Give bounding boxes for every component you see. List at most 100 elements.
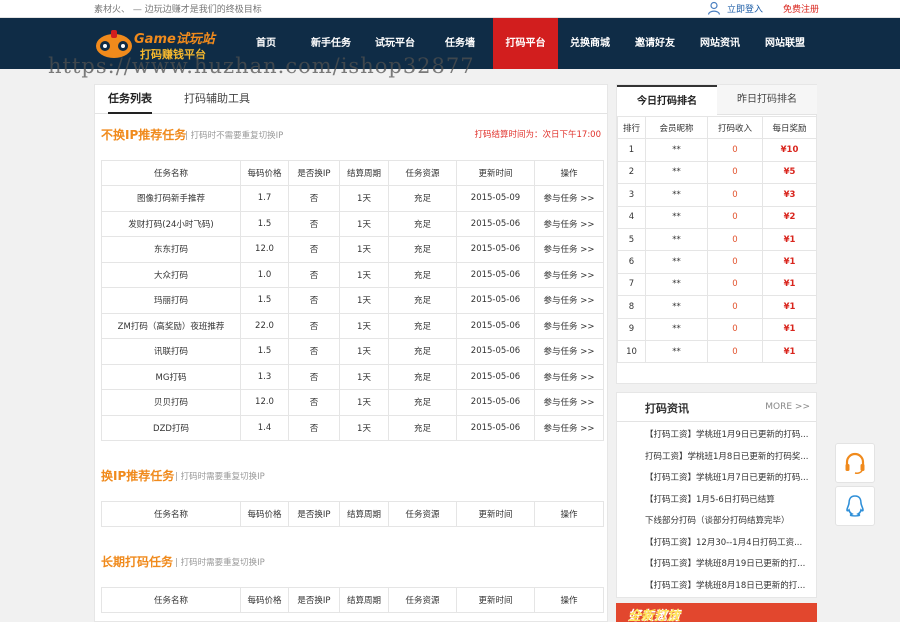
task-resource-cell: 充足 xyxy=(388,312,457,339)
site-logo[interactable]: Game试玩站 打码赚钱平台 xyxy=(94,26,219,64)
task-cycle-cell: 1天 xyxy=(339,363,389,390)
login-link[interactable]: 立即登入 xyxy=(707,1,763,15)
user-icon xyxy=(707,1,721,15)
task-ip-cell: 否 xyxy=(288,363,340,390)
nav-item-newbie[interactable]: 新手任务 xyxy=(303,18,359,69)
rank-reward-cell: ¥3 xyxy=(762,183,817,207)
headset-icon xyxy=(845,452,865,474)
tab-yesterday-rank[interactable]: 昨日打码排名 xyxy=(717,85,817,115)
col-header-date: 更新时间 xyxy=(456,587,535,613)
nav-item-captcha[interactable]: 打码平台 xyxy=(493,18,558,69)
rank-nick-cell: ** xyxy=(645,138,708,162)
task-date-cell: 2015-05-06 xyxy=(456,414,535,441)
rank-nick-cell: ** xyxy=(645,250,708,274)
nav-item-invite[interactable]: 邀请好友 xyxy=(627,18,683,69)
join-task-link[interactable]: 参与任务 >> xyxy=(534,185,604,212)
task-resource-cell: 充足 xyxy=(388,338,457,365)
task-ip-cell: 否 xyxy=(288,185,340,212)
rank-income-cell: 0 xyxy=(707,295,763,319)
join-task-link[interactable]: 参与任务 >> xyxy=(534,287,604,314)
task-name-cell: 大众打码 xyxy=(101,261,241,288)
join-task-link[interactable]: 参与任务 >> xyxy=(534,363,604,390)
join-task-link[interactable]: 参与任务 >> xyxy=(534,236,604,263)
table-header-row: 任务名称 每码价格 是否换IP 结算周期 任务资源 更新时间 操作 xyxy=(101,160,604,186)
task-date-cell: 2015-05-06 xyxy=(456,236,535,263)
gamepad-logo-icon xyxy=(96,30,132,58)
rank-number-cell: 4 xyxy=(617,205,646,229)
rank-row: 1 ** 0 ¥10 xyxy=(617,138,817,162)
task-cycle-cell: 1天 xyxy=(339,185,389,212)
tab-today-rank[interactable]: 今日打码排名 xyxy=(617,85,717,115)
rank-reward-cell: ¥1 xyxy=(762,272,817,297)
task-name-cell: 玛丽打码 xyxy=(101,287,241,314)
task-date-cell: 2015-05-09 xyxy=(456,185,535,212)
col-header-name: 任务名称 xyxy=(101,160,241,186)
qq-chat-button[interactable] xyxy=(835,486,875,526)
news-more-link[interactable]: MORE >> xyxy=(765,402,810,412)
join-task-link[interactable]: 参与任务 >> xyxy=(534,210,604,237)
register-link[interactable]: 免费注册 xyxy=(783,2,819,15)
col-header-date: 更新时间 xyxy=(456,160,535,186)
section-subtitle-no-ip: | 打码时不需要重复切换IP xyxy=(185,131,284,141)
task-table-long-term: 任务名称 每码价格 是否换IP 结算周期 任务资源 更新时间 操作 xyxy=(101,587,604,613)
news-item[interactable]: 打码工资】学桃班1月8日已更新的打码奖... xyxy=(645,450,815,462)
rank-row: 7 ** 0 ¥1 xyxy=(617,272,817,297)
nav-item-shop[interactable]: 兑换商城 xyxy=(562,18,618,69)
task-price-cell: 12.0 xyxy=(240,236,289,263)
rank-number-cell: 3 xyxy=(617,183,646,207)
task-resource-cell: 充足 xyxy=(388,185,457,212)
rank-number-cell: 7 xyxy=(617,272,646,297)
table-row: 贝贝打码 12.0 否 1天 充足 2015-05-06 参与任务 >> xyxy=(101,389,604,416)
rank-income-cell: 0 xyxy=(707,138,763,162)
customer-service-button[interactable] xyxy=(835,443,875,483)
news-item[interactable]: 【打码工资】12月30--1月4日打码工资... xyxy=(645,536,815,548)
task-resource-cell: 充足 xyxy=(388,363,457,390)
news-item[interactable]: 【打码工资】1月5-6日打码已结算 xyxy=(645,493,815,505)
news-item[interactable]: 【打码工资】学桃班1月9日已更新的打码... xyxy=(645,428,815,440)
col-header-action: 操作 xyxy=(534,160,604,186)
task-resource-cell: 充足 xyxy=(388,287,457,314)
site-slogan: 素材火、 — 边玩边赚才是我们的终极目标 xyxy=(94,5,262,15)
task-name-cell: 讯联打码 xyxy=(101,338,241,365)
task-name-cell: ZM打码（高奖励）夜班推荐 xyxy=(101,312,241,339)
task-date-cell: 2015-05-06 xyxy=(456,261,535,288)
news-item[interactable]: 【打码工资】学桃班8月19日已更新的打... xyxy=(645,557,815,569)
task-resource-cell: 充足 xyxy=(388,236,457,263)
rank-reward-cell: ¥1 xyxy=(762,295,817,319)
tab-tools[interactable]: 打码辅助工具 xyxy=(184,85,250,114)
task-date-cell: 2015-05-06 xyxy=(456,210,535,237)
news-item[interactable]: 【打码工资】学桃班1月7日已更新的打码... xyxy=(645,471,815,483)
rank-income-cell: 0 xyxy=(707,205,763,229)
tab-task-list[interactable]: 任务列表 xyxy=(108,85,152,114)
join-task-link[interactable]: 参与任务 >> xyxy=(534,312,604,339)
col-header-ip: 是否换IP xyxy=(288,587,340,613)
nav-item-alliance[interactable]: 网站联盟 xyxy=(757,18,813,69)
banner-text-2: 全新打放 xyxy=(628,609,681,622)
section-subtitle-ip: | 打码时需要重复切换IP xyxy=(175,472,265,482)
join-task-link[interactable]: 参与任务 >> xyxy=(534,338,604,365)
login-label[interactable]: 立即登入 xyxy=(727,2,763,15)
news-item[interactable]: 【打码工资】学桃班8月18日已更新的打... xyxy=(645,579,815,591)
rank-number-cell: 1 xyxy=(617,138,646,162)
rank-number-cell: 10 xyxy=(617,339,646,364)
join-task-link[interactable]: 参与任务 >> xyxy=(534,414,604,441)
news-panel: 打码资讯 MORE >> 【打码工资】学桃班1月9日已更新的打码... 打码工资】… xyxy=(616,392,817,598)
task-resource-cell: 充足 xyxy=(388,389,457,416)
task-cycle-cell: 1天 xyxy=(339,261,389,288)
nav-item-trial[interactable]: 试玩平台 xyxy=(367,18,423,69)
nav-item-taskwall[interactable]: 任务墙 xyxy=(434,18,486,69)
rank-reward-cell: ¥1 xyxy=(762,227,817,252)
task-cycle-cell: 1天 xyxy=(339,338,389,365)
rank-row: 4 ** 0 ¥2 xyxy=(617,205,817,229)
section-title-no-ip: 不换IP推荐任务 xyxy=(101,128,187,142)
join-task-link[interactable]: 参与任务 >> xyxy=(534,389,604,416)
invite-banner[interactable]: 好友邀请 全新打放 xyxy=(616,603,817,622)
nav-item-news[interactable]: 网站资讯 xyxy=(692,18,748,69)
nav-item-home[interactable]: 首页 xyxy=(240,18,292,69)
col-header-ip: 是否换IP xyxy=(288,501,340,527)
task-name-cell: 贝贝打码 xyxy=(101,389,241,416)
join-task-link[interactable]: 参与任务 >> xyxy=(534,261,604,288)
task-date-cell: 2015-05-06 xyxy=(456,363,535,390)
table-row: 东东打码 12.0 否 1天 充足 2015-05-06 参与任务 >> xyxy=(101,236,604,263)
news-item[interactable]: 下线部分打码（谈部分打码结算完毕） xyxy=(645,514,815,526)
